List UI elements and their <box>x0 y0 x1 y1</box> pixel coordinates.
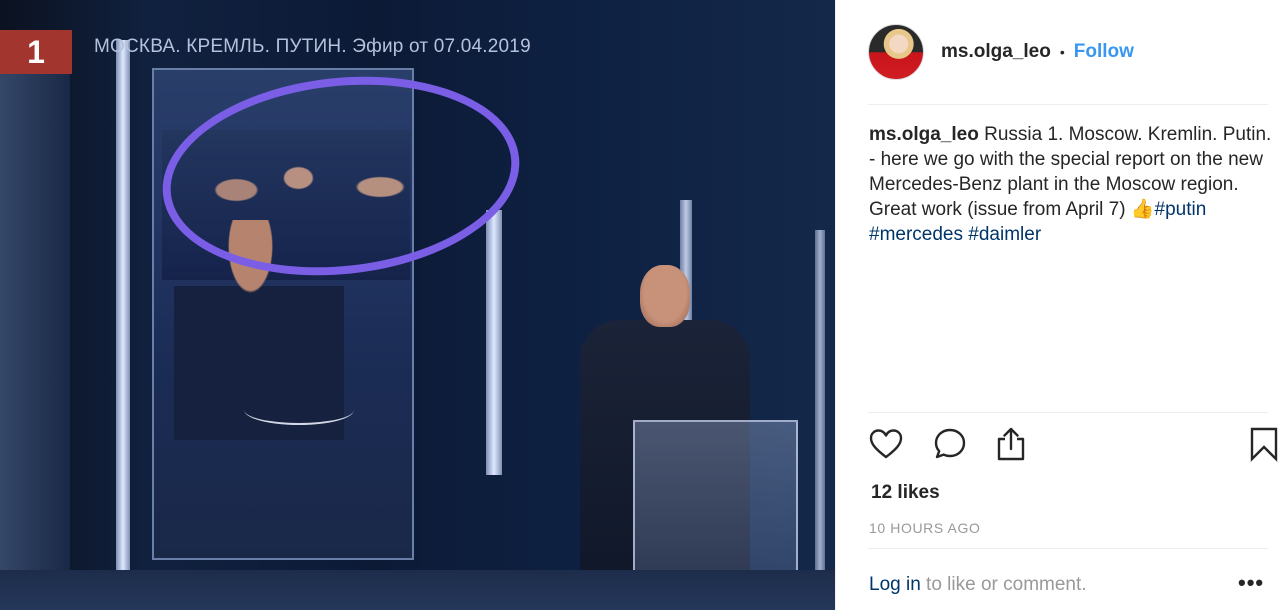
light-pillar <box>815 230 825 610</box>
hashtag-putin[interactable]: #putin <box>1155 199 1207 220</box>
login-prompt: Log in to like or comment. <box>869 574 1087 596</box>
header-divider <box>868 104 1268 105</box>
follow-button[interactable]: Follow <box>1074 41 1134 63</box>
presenter-head <box>640 265 690 327</box>
more-options-icon[interactable]: ••• <box>1238 570 1264 596</box>
login-link[interactable]: Log in <box>869 574 921 595</box>
tv-caption: МОСКВА. КРЕМЛЬ. ПУТИН. Эфир от 07.04.201… <box>94 36 531 57</box>
share-upload-icon[interactable] <box>993 426 1029 462</box>
hashtag-mercedes[interactable]: #mercedes <box>869 224 963 245</box>
heart-icon[interactable] <box>868 426 904 462</box>
avatar[interactable] <box>868 24 924 80</box>
bookmark-icon[interactable] <box>1246 426 1280 462</box>
action-bar <box>868 426 1278 466</box>
post-header: ms.olga_leo • Follow <box>836 0 1280 104</box>
caption-username[interactable]: ms.olga_leo <box>869 124 979 145</box>
likes-count[interactable]: 12 likes <box>871 482 940 504</box>
separator-dot: • <box>1059 44 1065 60</box>
footer-divider <box>868 548 1268 549</box>
light-pillar <box>486 210 502 475</box>
hashtag-daimler[interactable]: #daimler <box>968 224 1041 245</box>
post-timestamp[interactable]: 10 HOURS AGO <box>869 520 980 536</box>
login-prompt-text: to like or comment. <box>920 574 1087 595</box>
post-caption: ms.olga_leo Russia 1. Moscow. Kremlin. P… <box>869 122 1274 247</box>
channel-logo: 1 <box>0 30 72 74</box>
username-link[interactable]: ms.olga_leo <box>941 41 1051 63</box>
signature-stroke <box>244 395 354 425</box>
studio-floor <box>0 570 835 610</box>
light-pillar <box>116 40 130 600</box>
studio-wall <box>0 60 70 600</box>
actions-divider <box>868 412 1268 413</box>
comment-bubble-icon[interactable] <box>932 426 968 462</box>
post-sidebar: ms.olga_leo • Follow ms.olga_leo Russia … <box>835 0 1280 610</box>
post-image[interactable]: 1 МОСКВА. КРЕМЛЬ. ПУТИН. Эфир от 07.04.2… <box>0 0 835 610</box>
